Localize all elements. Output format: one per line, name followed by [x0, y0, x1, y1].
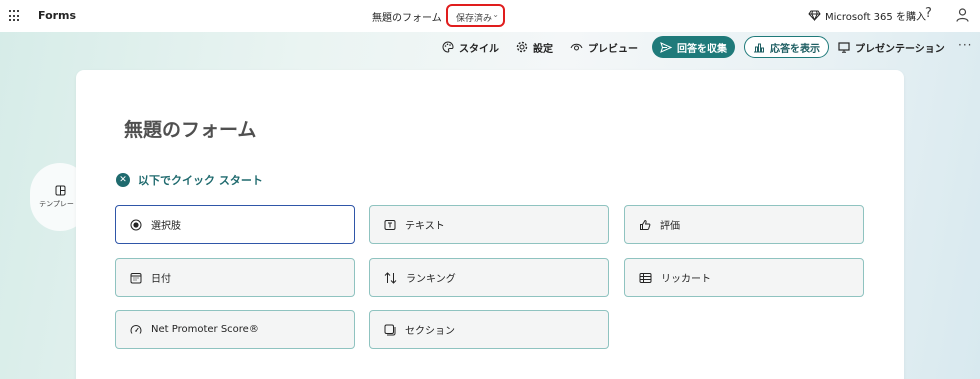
- option-section[interactable]: セクション: [369, 310, 609, 349]
- option-date[interactable]: 日付: [115, 258, 355, 297]
- top-bar: Forms 無題のフォーム 保存済み ⌄ Microsoft 365 を購入 ?: [0, 0, 980, 32]
- more-options-icon[interactable]: ···: [958, 38, 972, 52]
- palette-icon: [442, 41, 454, 53]
- monitor-icon: [838, 41, 850, 53]
- template-layout-icon: [55, 185, 65, 196]
- chevron-down-icon: ⌄: [492, 10, 499, 19]
- text-box-icon: [384, 219, 396, 230]
- preview-label: プレビュー: [588, 43, 638, 55]
- buy-microsoft-365-button[interactable]: Microsoft 365 を購入: [808, 8, 926, 23]
- calendar-icon: [130, 272, 142, 283]
- templates-label: テンプレート: [39, 200, 81, 208]
- bar-chart-icon: [754, 43, 764, 52]
- save-status-dropdown[interactable]: 保存済み ⌄: [446, 4, 505, 27]
- responses-label: 応答を表示: [770, 43, 820, 55]
- option-label: セクション: [405, 326, 455, 337]
- radio-icon: [130, 219, 142, 230]
- option-label: ランキング: [406, 274, 456, 285]
- send-icon: [660, 41, 672, 53]
- eye-icon: [570, 43, 583, 51]
- buy-label: Microsoft 365 を購入: [825, 12, 926, 23]
- collect-label: 回答を収集: [677, 43, 727, 55]
- option-rating[interactable]: 評価: [624, 205, 864, 244]
- question-mark-icon[interactable]: ?: [925, 6, 932, 21]
- option-label: 日付: [151, 274, 171, 285]
- likert-table-icon: [639, 272, 652, 283]
- option-choice[interactable]: 選択肢: [115, 205, 355, 244]
- person-icon[interactable]: [956, 8, 969, 22]
- document-title[interactable]: 無題のフォーム: [372, 9, 442, 24]
- form-title[interactable]: 無題のフォーム: [124, 115, 256, 142]
- option-text[interactable]: テキスト: [369, 205, 609, 244]
- view-responses-button[interactable]: 応答を表示: [744, 36, 829, 58]
- option-label: Net Promoter Score®: [151, 324, 259, 335]
- option-net-promoter-score[interactable]: Net Promoter Score®: [115, 310, 355, 349]
- diamond-icon: [808, 10, 821, 21]
- option-ranking[interactable]: ランキング: [369, 258, 609, 297]
- gear-icon: [516, 41, 528, 53]
- option-label: テキスト: [405, 221, 445, 232]
- option-likert[interactable]: リッカート: [624, 258, 864, 297]
- presentation-button[interactable]: プレゼンテーション: [838, 36, 945, 58]
- collect-responses-button[interactable]: 回答を収集: [652, 36, 735, 58]
- option-label: 選択肢: [151, 221, 181, 232]
- style-button[interactable]: スタイル: [442, 36, 499, 58]
- app-launcher-icon[interactable]: [9, 10, 21, 22]
- app-name[interactable]: Forms: [38, 9, 76, 22]
- gauge-icon: [130, 324, 142, 334]
- presentation-label: プレゼンテーション: [855, 43, 945, 55]
- save-status-label: 保存済み: [456, 14, 493, 24]
- preview-button[interactable]: プレビュー: [570, 36, 638, 58]
- option-label: 評価: [660, 221, 680, 232]
- option-label: リッカート: [661, 274, 711, 285]
- sort-arrows-icon: [384, 271, 397, 284]
- style-label: スタイル: [459, 43, 499, 55]
- section-icon: [384, 324, 396, 335]
- quick-start-header: ✕ 以下でクイック スタート: [116, 172, 263, 188]
- settings-label: 設定: [533, 43, 553, 55]
- close-icon[interactable]: ✕: [116, 173, 130, 187]
- quick-start-label: 以下でクイック スタート: [138, 174, 263, 187]
- settings-button[interactable]: 設定: [516, 36, 553, 58]
- thumb-up-icon: [640, 219, 651, 230]
